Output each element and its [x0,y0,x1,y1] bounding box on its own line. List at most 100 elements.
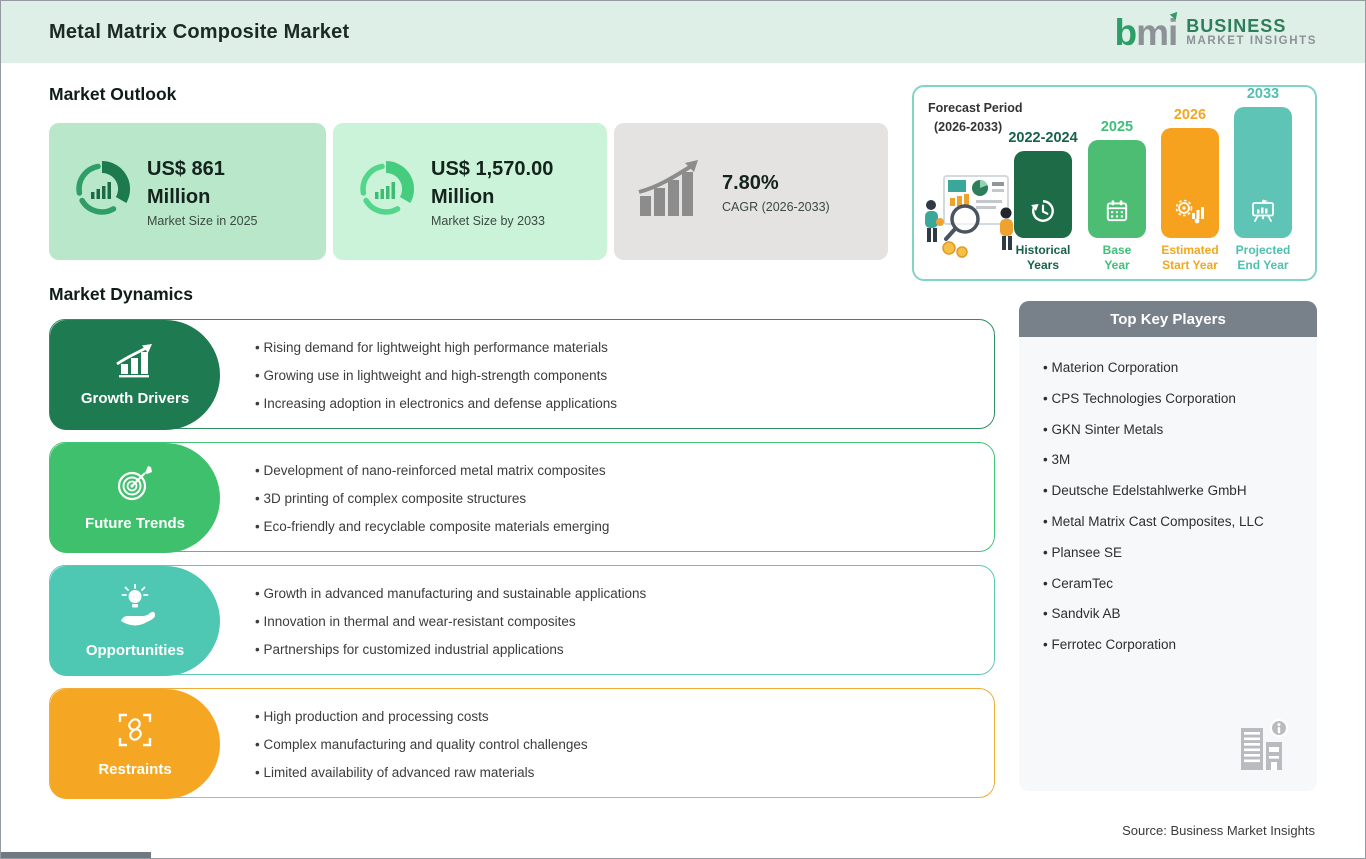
restraints-pill: Restraints [50,689,220,799]
opportunities-pill: Opportunities [50,566,220,676]
bullet: Growth in advanced manufacturing and sus… [255,586,646,601]
list-item: GKN Sinter Metals [1043,415,1317,446]
pill-label: Restraints [98,760,172,778]
market-outlook-heading: Market Outlook [49,84,177,104]
key-players-list: Materion Corporation CPS Technologies Co… [1019,353,1317,661]
donut-chart-icon [355,158,417,225]
card-value-line1: US$ 1,570.00 [431,158,554,180]
card-text: US$ 1,570.00 Million Market Size by 2033 [431,155,553,228]
logo-mark-b: b [1114,11,1138,53]
list-item: Ferrotec Corporation [1043,630,1317,661]
page-title: Metal Matrix Composite Market [49,20,350,43]
forecast-bar-estimated-start: 2026 Estimated Start Year [1161,107,1219,273]
bar-caption: Projected End Year [1235,243,1291,272]
logo-line2: MARKET INSIGHTS [1186,35,1317,48]
bar-rect [1161,128,1219,238]
donut-chart-icon [71,158,133,225]
card-value-line1: US$ 861 [147,158,225,180]
list-item: CPS Technologies Corporation [1043,384,1317,415]
forecast-bar-historical: 2022-2024 Historical Years [1008,130,1077,273]
card-value-line2: Million [147,186,211,208]
pill-label: Future Trends [84,514,185,532]
bullet: Limited availability of advanced raw mat… [255,765,588,780]
bar-caption: Base Year [1102,243,1132,272]
bullet: High production and processing costs [255,709,588,724]
bullet: Increasing adoption in electronics and d… [255,396,617,411]
bullet: Growing use in lightweight and high-stre… [255,368,617,383]
bullet: Innovation in thermal and wear-resistant… [255,614,646,629]
market-dynamics-heading: Market Dynamics [49,284,193,304]
list-item: Plansee SE [1043,538,1317,569]
presentation-icon [1250,198,1276,229]
bulb-hand-icon [114,583,156,635]
forecast-label-line1: Forecast Period [928,101,1023,115]
card-market-size-2033: US$ 1,570.00 Million Market Size by 2033 [333,123,607,260]
future-trends-pill: Future Trends [50,443,220,553]
list-item: 3M [1043,445,1317,476]
outlook-cards: US$ 861 Million Market Size in 2025 US$ … [49,123,888,260]
card-text: US$ 861 Million Market Size in 2025 [147,155,257,228]
bullet: 3D printing of complex composite structu… [255,491,609,506]
bar-rect [1014,151,1072,238]
pill-label: Opportunities [85,641,185,659]
bmi-logo: bmi BUSINESS MARKET INSIGHTS [1114,8,1318,53]
restraints-row: Restraints High production and processin… [49,688,995,799]
target-icon [115,465,155,508]
logo-mark-mi: mi [1136,11,1178,53]
restraints-bullets: High production and processing costs Com… [255,689,588,799]
bar-caption: Historical Years [1015,243,1071,272]
card-caption: Market Size in 2025 [147,214,258,228]
bar-year-label: 2026 [1173,107,1207,123]
horizontal-scrollbar-thumb[interactable] [1,852,151,858]
infographic-page: Metal Matrix Composite Market bmi BUSINE… [0,0,1366,859]
analysts-illustration [918,162,1024,275]
list-item: Materion Corporation [1043,353,1317,384]
bar-growth-icon [115,343,155,383]
bar-year-label: 2033 [1246,86,1280,102]
pill-label: Growth Drivers [80,389,190,407]
growth-arrow-icon [636,160,708,223]
card-text: 7.80% CAGR (2026-2033) [722,169,830,214]
estimate-gear-icon [1175,198,1205,229]
card-caption: Market Size by 2033 [431,214,545,228]
bar-rect [1234,107,1292,238]
card-caption: CAGR (2026-2033) [722,200,830,214]
list-item: Metal Matrix Cast Composites, LLC [1043,507,1317,538]
opportunities-bullets: Growth in advanced manufacturing and sus… [255,566,646,676]
card-cagr: 7.80% CAGR (2026-2033) [614,123,888,260]
chain-icon [116,711,154,754]
company-building-icon [1235,716,1291,779]
future-trends-bullets: Development of nano-reinforced metal mat… [255,443,609,553]
future-trends-row: Future Trends Development of nano-reinfo… [49,442,995,553]
list-item: CeramTec [1043,569,1317,600]
bmi-logo-text: BUSINESS MARKET INSIGHTS [1186,16,1317,48]
card-value-line1: 7.80% [722,172,779,194]
forecast-bar-base-year: 2025 Base Year [1088,119,1146,273]
list-item: Sandvik AB [1043,599,1317,630]
bar-year-label: 2022-2024 [1008,130,1078,146]
card-value: 7.80% [722,169,830,197]
growth-drivers-bullets: Rising demand for lightweight high perfo… [255,320,617,430]
card-value-line2: Million [431,186,495,208]
bullet: Eco-friendly and recyclable composite ma… [255,519,609,534]
bullet: Development of nano-reinforced metal mat… [255,463,609,478]
bullet: Partnerships for customized industrial a… [255,642,646,657]
history-clock-icon [1030,198,1056,229]
source-note: Source: Business Market Insights [1122,823,1315,838]
bmi-logo-mark: bmi [1114,8,1181,53]
calendar-icon [1104,198,1130,229]
bullet: Complex manufacturing and quality contro… [255,737,587,752]
header: Metal Matrix Composite Market bmi BUSINE… [1,1,1365,63]
card-market-size-2025: US$ 861 Million Market Size in 2025 [49,123,326,260]
forecast-bar-projected-end: 2033 Projected End Year [1234,86,1292,273]
bullet: Rising demand for lightweight high perfo… [255,340,617,355]
top-key-players-panel: Top Key Players Materion Corporation CPS… [1019,301,1317,791]
growth-drivers-row: Growth Drivers Rising demand for lightwe… [49,319,995,430]
card-value: US$ 1,570.00 Million [431,155,553,211]
growth-drivers-pill: Growth Drivers [50,320,220,430]
key-players-header: Top Key Players [1019,301,1317,337]
card-value: US$ 861 Million [147,155,257,211]
opportunities-row: Opportunities Growth in advanced manufac… [49,565,995,676]
bar-caption: Estimated Start Year [1161,243,1219,272]
bar-year-label: 2025 [1100,119,1134,135]
